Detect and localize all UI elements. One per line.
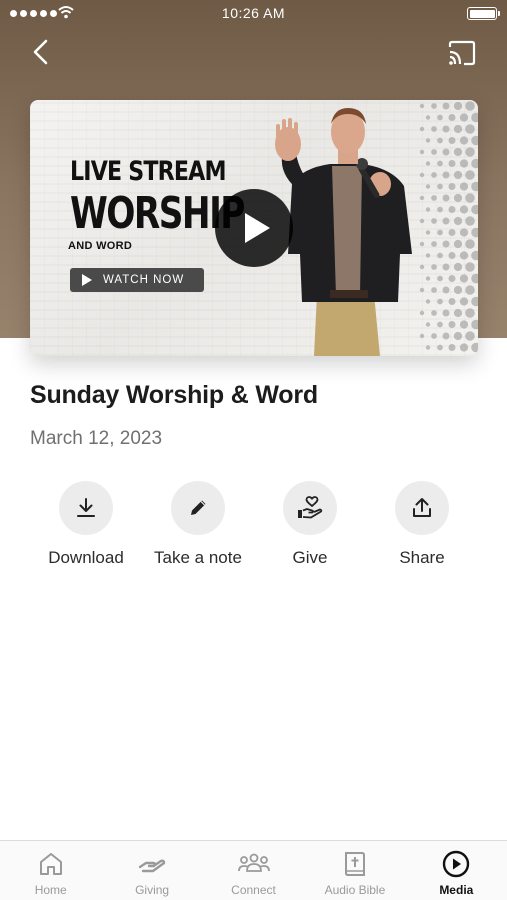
tab-connect-label: Connect — [231, 883, 276, 897]
share-icon — [413, 498, 431, 517]
give-label: Give — [292, 548, 328, 567]
share-button[interactable]: Share — [366, 481, 478, 568]
play-icon — [245, 213, 270, 243]
download-icon — [77, 498, 95, 517]
pencil-icon — [191, 500, 206, 515]
thumbnail-live-stream-text: LIVE STREAM — [70, 156, 227, 187]
watch-now-label: WATCH NOW — [103, 274, 185, 286]
video-thumbnail[interactable]: LIVE STREAM WORSHIP AND WORD WATCH NOW — [30, 100, 478, 356]
download-label: Download — [48, 548, 124, 567]
action-row: Download Take a note Give Share — [30, 481, 478, 581]
status-bar: 10:26 AM — [0, 0, 507, 28]
heart-hand-icon — [298, 496, 323, 519]
bottom-tab-bar: Home Giving Connect Audio Bible Media — [0, 840, 507, 900]
share-label: Share — [399, 548, 445, 567]
take-a-note-button[interactable]: Take a note — [142, 481, 254, 568]
sermon-date: March 12, 2023 — [30, 428, 163, 449]
people-group-icon — [237, 853, 270, 872]
sermon-title: Sunday Worship & Word — [30, 381, 318, 409]
tab-giving-label: Giving — [135, 883, 170, 897]
chevron-left-icon — [33, 39, 48, 65]
tab-connect[interactable]: Connect — [203, 841, 304, 900]
tab-audio-bible[interactable]: Audio Bible — [304, 841, 405, 900]
tab-media[interactable]: Media — [406, 841, 507, 900]
thumbnail-and-word-text: AND WORD — [68, 240, 133, 252]
play-button[interactable] — [215, 189, 293, 267]
download-button[interactable]: Download — [30, 481, 142, 568]
tab-giving[interactable]: Giving — [101, 841, 202, 900]
tab-audio-bible-label: Audio Bible — [324, 883, 386, 897]
giving-hand-icon — [138, 859, 166, 873]
take-a-note-label: Take a note — [154, 548, 242, 567]
cast-icon — [448, 40, 476, 66]
watch-now-button[interactable]: WATCH NOW — [70, 268, 204, 292]
back-button[interactable] — [28, 38, 54, 66]
give-button[interactable]: Give — [254, 481, 366, 568]
bible-icon — [344, 852, 365, 876]
battery-icon — [467, 7, 500, 20]
status-time: 10:26 AM — [221, 5, 286, 21]
play-triangle-icon — [82, 274, 92, 286]
play-circle-icon — [443, 850, 470, 878]
home-icon — [39, 853, 62, 875]
tab-home[interactable]: Home — [0, 841, 101, 900]
tab-home-label: Home — [34, 883, 67, 897]
cast-button[interactable] — [447, 40, 477, 66]
tab-media-label: Media — [439, 883, 474, 897]
